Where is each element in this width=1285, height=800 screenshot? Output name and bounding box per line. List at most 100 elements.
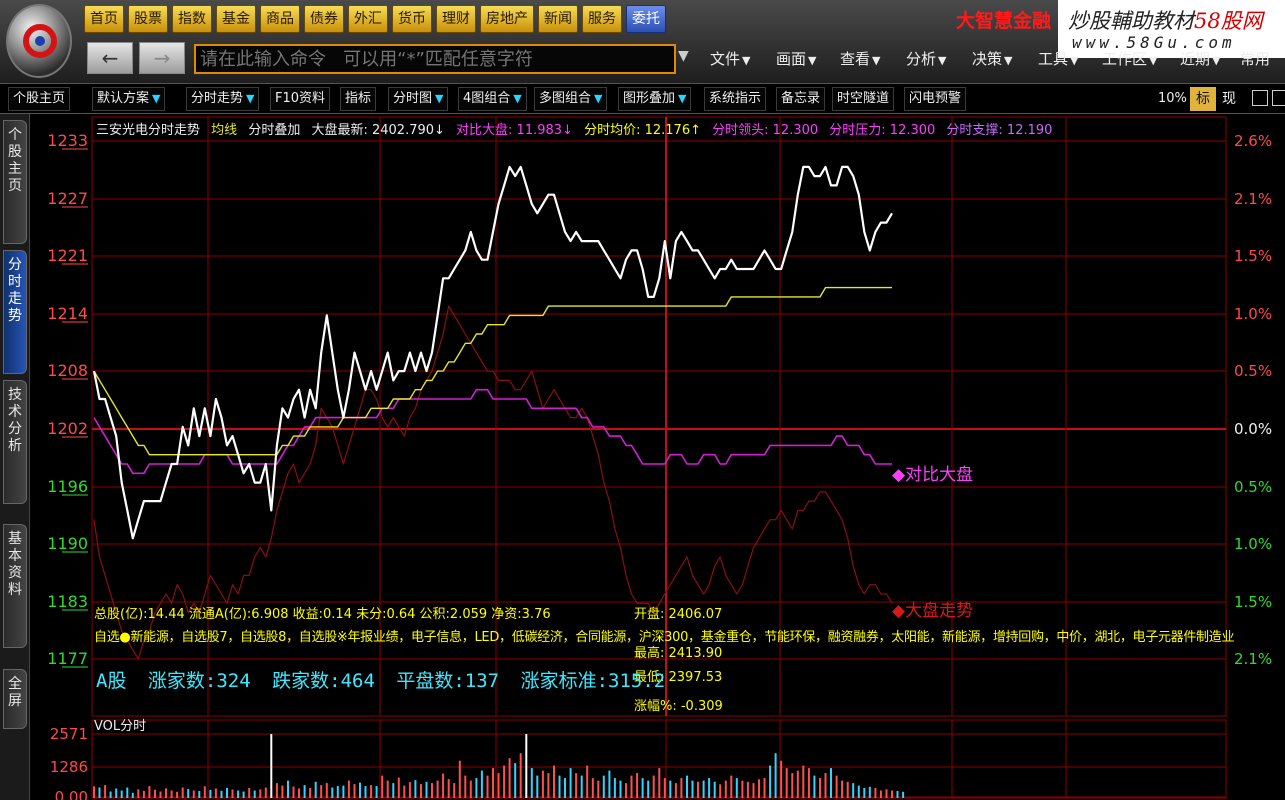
market-breadth: A股 涨家数:324 跌家数:464 平盘数:137 涨家标准:315.2 [96,666,675,693]
menu-screen[interactable]: 画面 ▼ [776,48,816,69]
sidetab-stock-home[interactable]: 个股主页 [3,120,27,244]
breadth-up: 涨家数:324 [147,670,251,692]
price-line [92,165,893,540]
triangle-down-icon: ▼ [435,92,444,105]
nav-forex[interactable]: 外汇 [348,5,388,33]
triangle-down-icon: ▼ [594,92,603,105]
menu-common[interactable]: 常用 [1240,48,1270,69]
y-right-tick: 1.5% [1234,247,1272,265]
multi-combo-select[interactable]: 多图组合 ▼ [534,87,608,111]
mark-button[interactable]: 标 [1190,87,1216,111]
breadth-std: 涨家标准:315.2 [520,670,666,692]
nav-currency[interactable]: 货币 [392,5,432,33]
tab-system-indicator[interactable]: 系统指示 [704,87,767,111]
overlay-select[interactable]: 图形叠加 ▼ [618,87,692,111]
volume-tick: 2571 [50,725,88,743]
compare-index-line [93,388,892,475]
back-button[interactable]: ← [87,42,133,74]
app-logo[interactable] [6,4,72,78]
forward-button[interactable]: → [139,42,185,74]
y-left-tick: 1196 [47,477,88,496]
intraday-chart-select[interactable]: 分时图 ▼ [388,87,449,111]
y-right-tick: 0.5% [1234,362,1272,380]
window-icon[interactable] [1272,90,1285,106]
index-open: 开盘: 2406.07 [634,607,723,622]
nav-trade[interactable]: 委托 [626,5,666,33]
volume-tick: 0.00 [55,788,88,800]
tab-indicator[interactable]: 指标 [340,87,377,111]
nav-index[interactable]: 指数 [172,5,212,33]
tab-time-tunnel[interactable]: 时空隧道 [832,87,895,111]
breadth-market: A股 [96,670,127,692]
sidetab-fullscreen[interactable]: 全屏 [3,669,27,729]
nav-home[interactable]: 首页 [84,5,124,33]
menu-analysis[interactable]: 分析 ▼ [906,48,946,69]
nav-funds[interactable]: 基金 [216,5,256,33]
sidetab-fundamentals[interactable]: 基本资料 [3,524,27,648]
nav-stocks[interactable]: 股票 [128,5,168,33]
tab-memo[interactable]: 备忘录 [776,87,826,111]
combo4-select[interactable]: 4图组合 ▼ [458,87,527,111]
nav-wealth[interactable]: 理财 [436,5,476,33]
y-left-tick: 1208 [47,361,88,380]
intraday-select[interactable]: 分时走势 ▼ [186,87,260,111]
y-left-tick: 1227 [47,189,88,208]
y-right-tick: 2.1% [1234,650,1272,668]
side-tabs: 个股主页 分时走势 技术分析 基本资料 全屏 [0,114,30,800]
command-input[interactable] [194,44,676,74]
y-left-tick: 1202 [47,419,88,438]
sidetab-intraday[interactable]: 分时走势 [3,250,27,374]
menu-recent[interactable]: 近期 ▼ [1180,48,1220,69]
watermark-text: 炒股輔助教材 [1068,9,1194,33]
pressure-value: 分时压力: 12.300 [829,123,936,138]
volume-title: VOL分时 [94,719,147,734]
avg-line-label: 均线 [211,123,238,138]
menu-bar: 文件 ▼ 画面 ▼ 查看 ▼ 分析 ▼ 决策 ▼ 工具 ▼ 工作区 ▼ 近期 ▼ 常用 [700,48,1285,70]
menu-file[interactable]: 文件 ▼ [710,48,750,69]
chevron-down-icon[interactable]: ▼ [678,48,689,64]
watermark-site: 58股网 [1194,9,1263,33]
y-left-tick: 1214 [47,304,88,323]
scheme-select[interactable]: 默认方案 ▼ [92,87,166,111]
legend-vs-index: ◆对比大盘 [892,465,974,485]
nav-realestate[interactable]: 房地产 [480,5,534,33]
stock-title: 三安光电分时走势 [96,123,201,138]
vs-index-value: 对比大盘: 11.983↓ [456,123,573,138]
y-right-tick: 1.0% [1234,535,1272,553]
nav-bonds[interactable]: 债券 [304,5,344,33]
index-high: 最高: 2413.90 [634,646,723,661]
y-right-tick: 2.6% [1234,132,1272,150]
sidetab-technical[interactable]: 技术分析 [3,380,27,504]
y-right-tick: 1.0% [1234,305,1272,323]
menu-workspace[interactable]: 工作区 ▼ [1102,48,1157,69]
nav-service[interactable]: 服务 [582,5,622,33]
breadth-flat: 平盘数:137 [396,670,500,692]
triangle-down-icon: ▼ [678,92,687,105]
brand-title: 大智慧金融 [956,10,1052,32]
current-button[interactable]: 现 [1222,87,1236,111]
lead-value: 分时领头: 12.300 [712,123,819,138]
triangle-down-icon: ▼ [513,92,522,105]
y-right-tick: 0.5% [1234,478,1272,496]
arrow-left-icon: ← [101,46,119,70]
panel-icon[interactable] [1252,90,1268,106]
y-right-tick: 1.5% [1234,593,1272,611]
menu-view[interactable]: 查看 ▼ [840,48,880,69]
intraday-chart[interactable]: 1233 2.6% 1227 2.1% 1221 1.5% 1214 1.0% 1208 0.5%… [30,114,1285,800]
tab-flash-alert[interactable]: 闪电预警 [904,87,967,111]
toolbar: 个股主页 默认方案 ▼ 分时走势 ▼ F10资料 指标 分时图 ▼ 4图组合 ▼ 多图组… [0,84,1285,114]
menu-tools[interactable]: 工具 ▼ [1038,48,1078,69]
main-nav: 首页 股票 指数 基金 商品 债券 外汇 货币 理财 房地产 新闻 服务 委托 [84,5,666,33]
menu-decision[interactable]: 决策 ▼ [972,48,1012,69]
breadth-down: 跌家数:464 [272,670,375,692]
y-left-tick: 1233 [47,131,88,150]
nav-commodities[interactable]: 商品 [260,5,300,33]
overlay-label: 分时叠加 [248,123,301,138]
tab-stock-home[interactable]: 个股主页 [8,87,71,111]
zoom-level[interactable]: 10% [1158,87,1187,111]
tab-f10[interactable]: F10资料 [270,87,331,111]
y-left-tick: 1190 [47,534,88,553]
nav-news[interactable]: 新闻 [538,5,578,33]
volume-tick: 1286 [50,758,88,776]
stock-stats: 总股(亿):14.44 流通A(亿):6.908 收益:0.14 未分:0.64… [94,607,551,622]
